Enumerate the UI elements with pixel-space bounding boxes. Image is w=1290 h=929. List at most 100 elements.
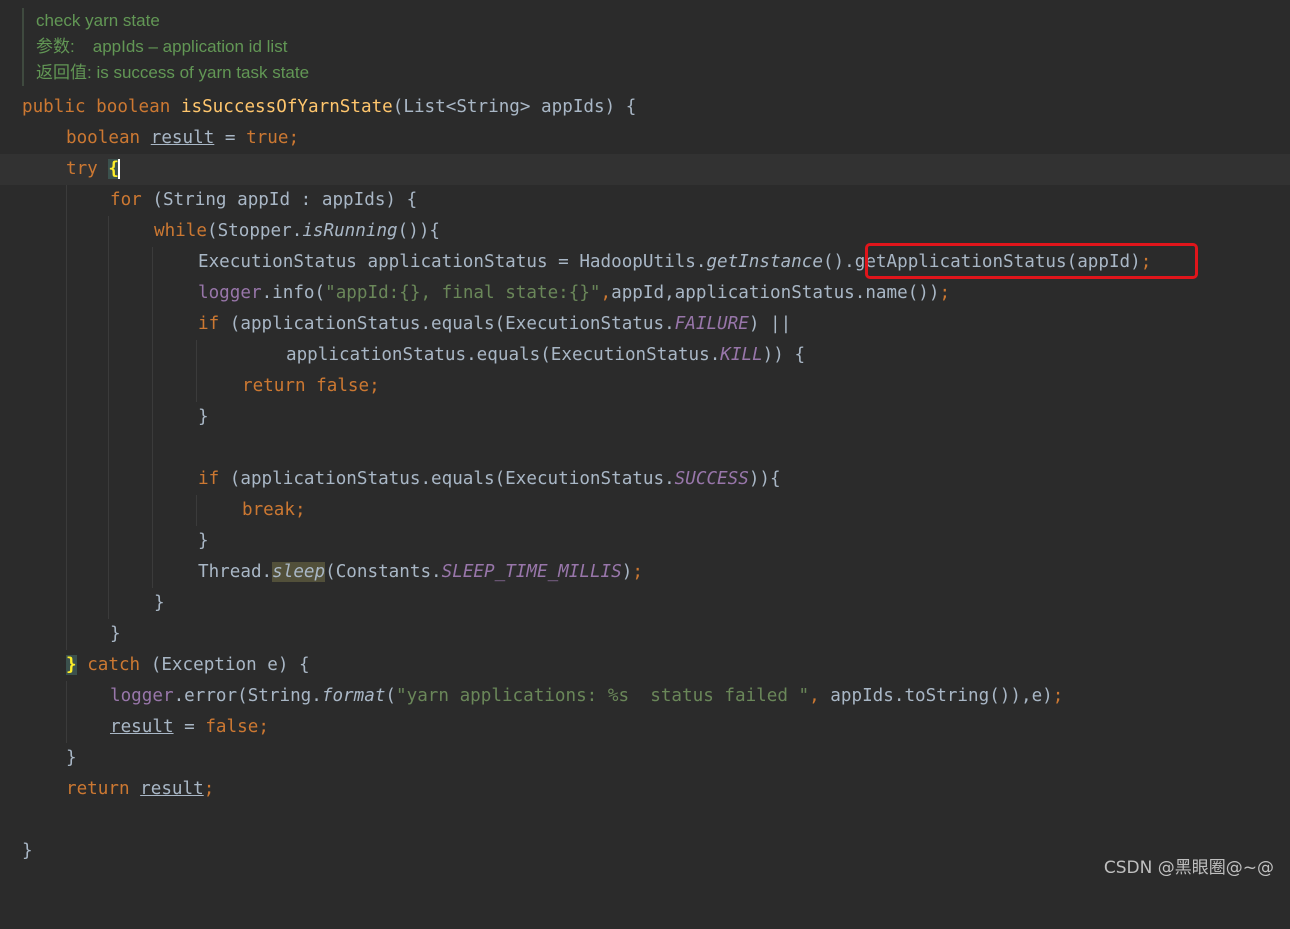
doc-return-text: is success of yarn task state [96,63,310,82]
string-literal: "yarn applications: %s status failed " [396,686,810,706]
enum-constant: KILL [720,345,763,365]
code-text: applicationStatus.equals(ExecutionStatus… [286,345,721,365]
keyword: return [66,779,130,799]
keyword: return [242,376,306,396]
code-text: = [173,717,206,737]
code-text: } [66,748,77,768]
static-constant: SLEEP_TIME_MILLIS [441,562,622,582]
doc-return-label: 返回值: [36,63,92,82]
doc-param-label: 参数: [36,37,75,56]
method-name: isSuccessOfYarnState [180,97,393,117]
field: logger [110,686,174,706]
keyword: for [110,190,142,210]
code-text: .error(String. [173,686,322,706]
doc-param: 参数: appIds – application id list [36,34,309,60]
keyword: if [198,469,220,489]
code-line[interactable]: return result; [0,774,1290,805]
static-method: format [321,686,386,706]
text-caret [117,159,120,179]
code-text: .info( [261,283,326,303]
code-line[interactable]: boolean result = true; [0,123,1290,154]
code-text: (String appId : appIds) { [141,190,418,210]
code-text: , [809,686,820,706]
matched-brace: } [66,655,77,675]
code-editor[interactable]: public boolean isSuccessOfYarnState(List… [0,92,1290,867]
keyword: break [242,500,295,520]
code-text: ; [288,128,300,148]
code-text: Thread. [198,562,273,582]
static-method-highlighted: sleep [272,562,326,582]
variable: result [140,779,204,799]
code-line[interactable]: return false; [0,371,1290,402]
string-literal: "appId:{}, final state:{}" [325,283,601,303]
code-line[interactable]: Thread.sleep(Constants.SLEEP_TIME_MILLIS… [0,557,1290,588]
code-text: = [214,128,247,148]
code-text: ; [258,717,269,737]
keyword: boolean [96,97,171,117]
code-text: } [110,624,121,644]
code-text: )){ [748,469,781,489]
code-text: ( [206,221,218,241]
code-text: ; [939,283,951,303]
keyword: public [22,97,86,117]
doc-return: 返回值: is success of yarn task state [36,60,309,86]
code-line[interactable]: } [0,526,1290,557]
code-line[interactable]: } catch (Exception e) { [0,650,1290,681]
code-text: ) [621,562,633,582]
code-line[interactable]: break; [0,495,1290,526]
code-text: ; [632,562,643,582]
keyword: boolean [66,128,141,148]
code-text: (Constants. [325,562,442,582]
keyword: while [154,221,207,241]
code-text: ) || [748,314,792,334]
keyword: catch [87,655,141,675]
code-line[interactable]: } [0,588,1290,619]
code-text: () [822,252,845,272]
code-line-blank[interactable] [0,805,1290,836]
keyword: false [205,717,259,737]
keyword: if [198,314,220,334]
code-line[interactable]: } [0,402,1290,433]
code-text: Stopper. [217,221,303,241]
variable: result [150,128,215,148]
variable: result [110,717,174,737]
code-line[interactable]: } [0,743,1290,774]
code-text: } [22,841,33,861]
code-text: (List<String> appIds) { [392,97,637,117]
code-text: appIds.toString()),e) [819,686,1053,706]
code-line[interactable]: if (applicationStatus.equals(ExecutionSt… [0,309,1290,340]
code-text: ; [1052,686,1064,706]
enum-constant: SUCCESS [674,469,749,489]
javadoc-comment: check yarn state 参数: appIds – application… [22,8,309,86]
code-line[interactable]: logger.error(String.format("yarn applica… [0,681,1290,712]
code-line[interactable]: result = false; [0,712,1290,743]
code-text: (applicationStatus.equals(ExecutionStatu… [219,469,675,489]
code-line-blank[interactable] [0,433,1290,464]
keyword: true [246,128,289,148]
code-text: (applicationStatus.equals(ExecutionStatu… [219,314,675,334]
code-text: ; [369,376,380,396]
code-line[interactable]: for (String appId : appIds) { [0,185,1290,216]
code-text: ()){ [397,221,441,241]
code-line[interactable]: public boolean isSuccessOfYarnState(List… [0,92,1290,123]
enum-constant: FAILURE [674,314,749,334]
watermark: CSDN @黑眼圈@~@ [1103,858,1274,878]
code-line[interactable]: } [0,836,1290,867]
code-line[interactable]: if (applicationStatus.equals(ExecutionSt… [0,464,1290,495]
code-line[interactable]: } [0,619,1290,650]
static-method: getInstance [706,252,823,272]
code-text: , [600,283,612,303]
code-line-current[interactable]: try { [0,154,1290,185]
keyword: try [66,159,98,179]
code-text: } [154,593,165,613]
code-text: )) { [762,345,806,365]
code-line[interactable]: logger.info("appId:{}, final state:{}",a… [0,278,1290,309]
code-text: ExecutionStatus applicationStatus = Hado… [198,252,707,272]
highlight-box [865,243,1198,279]
code-text: appId,applicationStatus.name()) [611,283,940,303]
static-method: isRunning [302,221,398,241]
field: logger [198,283,262,303]
doc-summary: check yarn state [36,11,160,30]
code-text: } [198,531,209,551]
code-line[interactable]: applicationStatus.equals(ExecutionStatus… [0,340,1290,371]
